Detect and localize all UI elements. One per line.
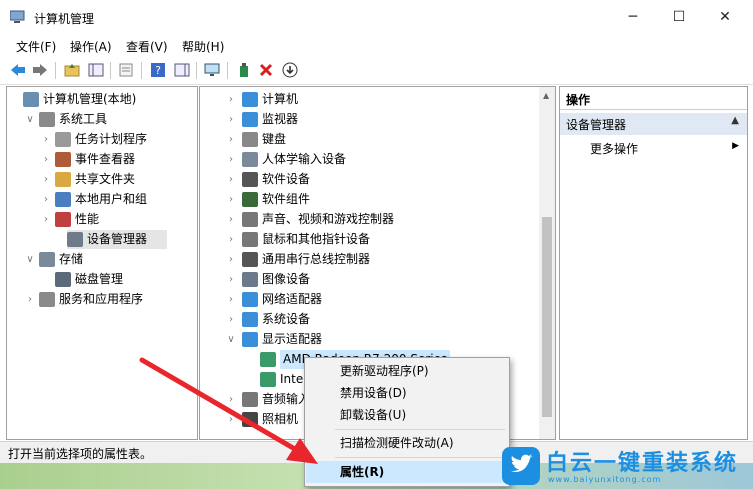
- twitter-bird-icon: [502, 447, 540, 485]
- red-arrow-annotation: [139, 357, 318, 464]
- watermark-text: 白云一键重装系统: [546, 451, 739, 476]
- watermark-url: www.baiyunxitong.com: [548, 475, 662, 484]
- watermark-logo: 白云一键重装系统 www.baiyunxitong.com: [500, 443, 753, 489]
